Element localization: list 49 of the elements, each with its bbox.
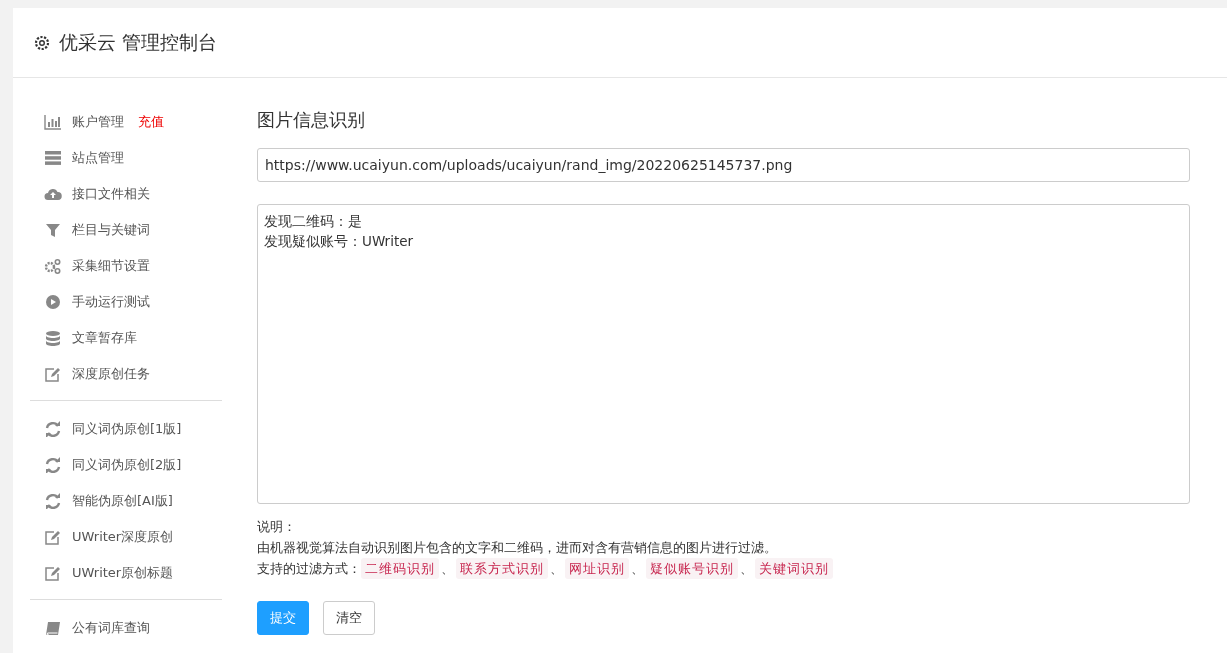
filter-tag: 网址识别 [565, 558, 629, 579]
recharge-link[interactable]: 充值 [138, 113, 164, 131]
bar-chart-icon [44, 114, 62, 130]
sidebar-item[interactable]: 智能伪原创[AI版] [72, 492, 173, 510]
separator: 、 [550, 560, 563, 578]
sidebar-item[interactable]: 栏目与关键词 [72, 221, 150, 239]
refresh-icon [44, 493, 62, 509]
filter-tag: 关键词识别 [755, 558, 833, 579]
filters-label: 支持的过滤方式： [257, 560, 361, 578]
sidebar-item[interactable]: UWriter深度原创 [72, 528, 174, 546]
edit-icon [44, 529, 62, 545]
filter-tag: 联系方式识别 [456, 558, 548, 579]
server-icon [44, 150, 62, 166]
sidebar-item[interactable]: 接口文件相关 [72, 185, 150, 203]
edit-icon [44, 565, 62, 581]
sidebar-item[interactable]: 手动运行测试 [72, 293, 150, 311]
play-icon [44, 294, 62, 310]
clear-button[interactable]: 清空 [323, 601, 375, 635]
note-label: 说明： [257, 518, 297, 536]
result-line: 发现二维码：是 [264, 212, 362, 231]
sidebar-item[interactable]: UWriter原创标题 [72, 564, 174, 582]
sidebar-item[interactable]: 文章暂存库 [72, 329, 137, 347]
note-text: 由机器视觉算法自动识别图片包含的文字和二维码，进而对含有营销信息的图片进行过滤。 [257, 539, 778, 557]
gears-icon [44, 258, 62, 274]
sidebar-item[interactable]: 站点管理 [72, 149, 124, 167]
section-title: 图片信息识别 [257, 108, 366, 132]
book-icon [44, 620, 62, 636]
sidebar-item[interactable]: 采集细节设置 [72, 257, 150, 275]
filter-tag: 二维码识别 [361, 558, 439, 579]
sidebar-item[interactable]: 同义词伪原创[2版] [72, 456, 182, 474]
url-field[interactable]: https://www.ucaiyun.com/uploads/ucaiyun/rand_img/20220625145737.png [257, 148, 1190, 182]
edit-icon [44, 366, 62, 382]
sidebar-item[interactable]: 公有词库查询 [72, 619, 150, 637]
result-line: 发现疑似账号：UWriter [264, 232, 414, 252]
sidebar-item[interactable]: 同义词伪原创[1版] [72, 420, 182, 438]
filter-icon [44, 222, 62, 238]
result-box[interactable]: 发现二维码：是 发现疑似账号：UWriter [257, 204, 1190, 504]
settings-icon [33, 33, 51, 52]
separator: 、 [740, 560, 753, 578]
database-icon [44, 330, 62, 346]
refresh-icon [44, 457, 62, 473]
separator: 、 [631, 560, 644, 578]
console-title: 优采云 管理控制台 [59, 29, 218, 55]
refresh-icon [44, 421, 62, 437]
sidebar-item[interactable]: 账户管理 [72, 113, 124, 131]
sidebar-item[interactable]: 深度原创任务 [72, 365, 150, 383]
cloud-upload-icon [44, 186, 62, 202]
filter-tag: 疑似账号识别 [646, 558, 738, 579]
separator: 、 [441, 560, 454, 578]
